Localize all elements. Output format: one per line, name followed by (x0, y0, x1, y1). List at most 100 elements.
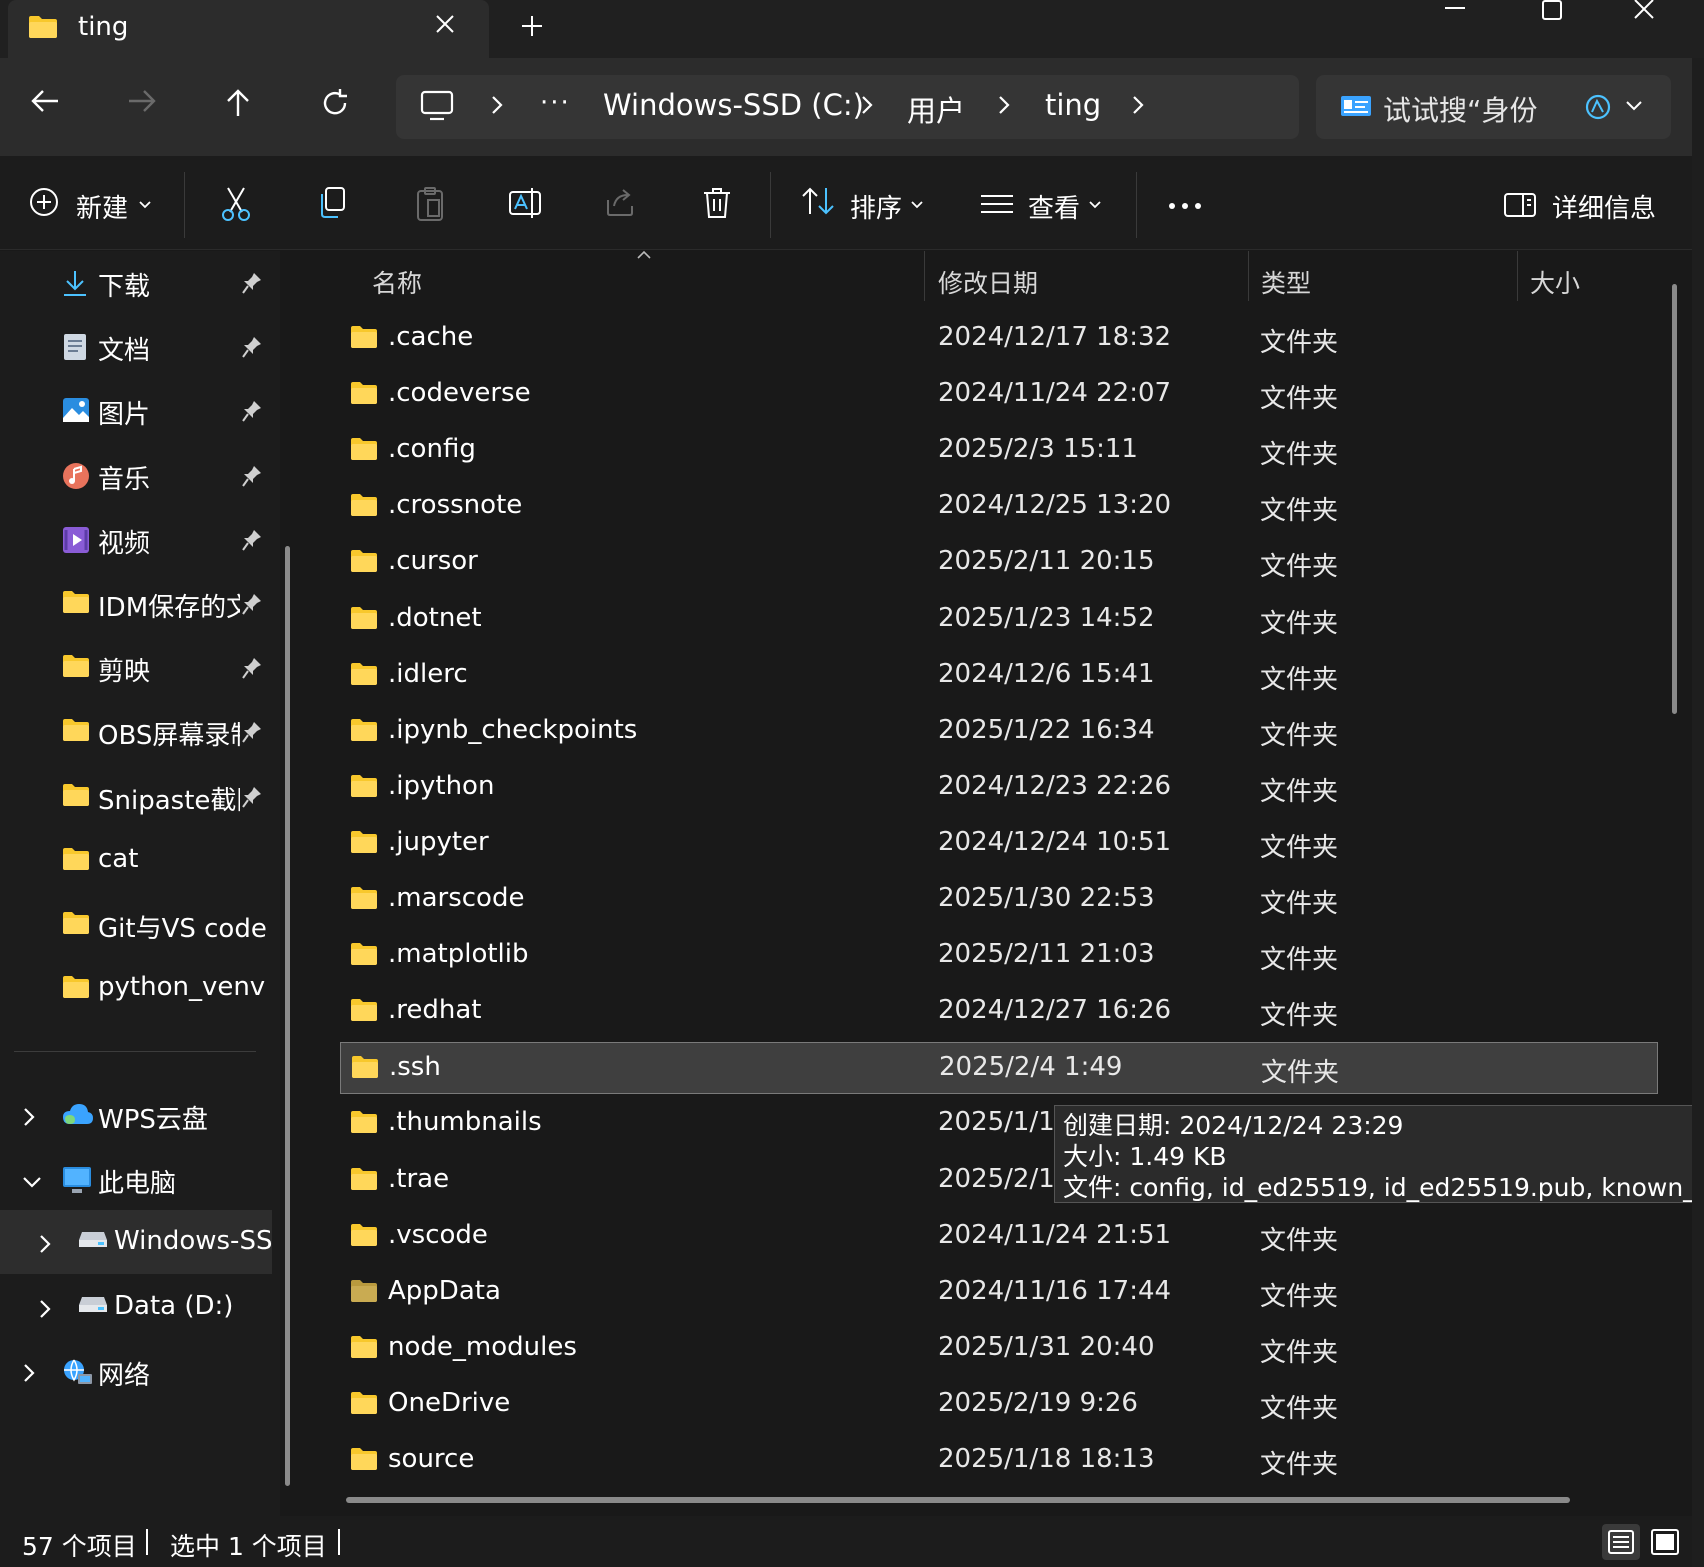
sidebar-scrollbar[interactable] (285, 546, 290, 1486)
chevron-down-icon[interactable] (1625, 100, 1643, 112)
pin-icon[interactable] (242, 786, 262, 808)
chevron-down-icon[interactable] (910, 200, 924, 210)
sort-button[interactable]: 排序 (850, 188, 902, 225)
view-list-icon[interactable] (980, 194, 1014, 214)
table-row[interactable]: .codeverse 2024/11/24 22:07 文件夹 (340, 369, 1658, 421)
column-header-type[interactable]: 类型 (1261, 264, 1311, 300)
column-divider[interactable] (1517, 251, 1518, 301)
sidebar-item-cat[interactable]: cat (0, 830, 272, 892)
breadcrumb-user[interactable]: ting (1045, 88, 1101, 122)
sidebar-item-文档[interactable]: 文档 (0, 316, 272, 378)
table-row[interactable]: node_modules 2025/1/31 20:40 文件夹 (340, 1323, 1658, 1375)
sidebar-tree-data-d[interactable]: Data (D:) (0, 1277, 272, 1339)
chevron-right-icon[interactable] (22, 1107, 36, 1127)
back-arrow-icon[interactable] (30, 88, 60, 114)
chevron-down-icon[interactable] (22, 1175, 42, 1189)
chevron-right-icon[interactable] (22, 1363, 36, 1383)
sidebar-item-视频[interactable]: 视频 (0, 509, 272, 571)
close-icon[interactable] (433, 12, 457, 36)
table-row[interactable]: .vscode 2024/11/24 21:51 文件夹 (340, 1211, 1658, 1263)
rename-icon[interactable] (508, 186, 542, 220)
tiles-view-button[interactable] (1646, 1524, 1684, 1560)
chevron-down-icon[interactable] (1088, 200, 1102, 210)
table-row[interactable]: .jupyter 2024/12/24 10:51 文件夹 (340, 818, 1658, 870)
sidebar-item-obs屏幕录制[interactable]: OBS屏幕录制 (0, 701, 272, 763)
details-pane-icon[interactable] (1503, 192, 1537, 218)
chevron-down-icon[interactable] (138, 200, 152, 210)
chevron-right-icon[interactable] (997, 95, 1011, 115)
sidebar-tree-windows-ssd-c[interactable]: Windows-SSD (C:) (0, 1212, 272, 1274)
column-header-date[interactable]: 修改日期 (938, 264, 1038, 300)
chevron-right-icon[interactable] (490, 95, 504, 115)
pin-icon[interactable] (242, 529, 262, 551)
sidebar-tree-此电脑[interactable]: 此电脑 (0, 1149, 272, 1211)
search-input[interactable]: 试试搜“身份 (1383, 89, 1538, 129)
view-button[interactable]: 查看 (1028, 188, 1080, 225)
pin-icon[interactable] (242, 593, 262, 615)
up-arrow-icon[interactable] (224, 88, 252, 118)
breadcrumb-users[interactable]: 用户 (907, 88, 965, 130)
table-row[interactable]: .marscode 2025/1/30 22:53 文件夹 (340, 874, 1658, 926)
sidebar-item-剪映[interactable]: 剪映 (0, 637, 272, 699)
breadcrumb-drive[interactable]: Windows-SSD (C:) (603, 88, 864, 122)
table-row[interactable]: .ssh 2025/2/4 1:49 文件夹 (340, 1042, 1658, 1095)
new-button[interactable]: 新建 (76, 188, 128, 225)
sidebar-tree-wps云盘[interactable]: WPS云盘 (0, 1085, 272, 1147)
table-row[interactable]: .ipython 2024/12/23 22:26 文件夹 (340, 762, 1658, 814)
pin-icon[interactable] (242, 721, 262, 743)
sort-icon[interactable] (800, 186, 836, 216)
forward-arrow-icon[interactable] (127, 88, 157, 114)
breadcrumb-overflow[interactable]: ··· (540, 88, 571, 118)
minimize-icon[interactable] (1444, 0, 1466, 16)
plus-circle-icon[interactable] (28, 186, 60, 218)
refresh-icon[interactable] (320, 88, 350, 118)
window-close-icon[interactable] (1633, 0, 1655, 20)
table-row[interactable]: .matplotlib 2025/2/11 21:03 文件夹 (340, 930, 1658, 982)
sidebar-item-idm保存的文[interactable]: IDM保存的文 (0, 573, 272, 635)
table-row[interactable]: .ipynb_checkpoints 2025/1/22 16:34 文件夹 (340, 706, 1658, 758)
table-row[interactable]: .config 2025/2/3 15:11 文件夹 (340, 425, 1658, 477)
details-view-button[interactable] (1602, 1524, 1640, 1560)
chevron-right-icon[interactable] (860, 95, 874, 115)
vertical-scrollbar[interactable] (1672, 284, 1677, 714)
sidebar-item-python-venv[interactable]: python_venv (0, 958, 272, 1020)
pin-icon[interactable] (242, 336, 262, 358)
pin-icon[interactable] (242, 272, 262, 294)
column-header-size[interactable]: 大小 (1530, 264, 1580, 300)
column-divider[interactable] (924, 251, 925, 301)
copy-icon[interactable] (316, 186, 348, 220)
monitor-icon[interactable] (420, 90, 454, 122)
scissors-icon[interactable] (220, 186, 252, 222)
table-row[interactable]: .redhat 2024/12/27 16:26 文件夹 (340, 986, 1658, 1038)
sidebar-tree-网络[interactable]: 网络 (0, 1341, 272, 1403)
paste-icon[interactable] (414, 186, 446, 222)
sidebar-item-图片[interactable]: 图片 (0, 380, 272, 442)
column-divider[interactable] (1248, 251, 1249, 301)
share-icon[interactable] (604, 186, 636, 218)
chevron-right-icon[interactable] (38, 1299, 52, 1319)
table-row[interactable]: source 2025/1/18 18:13 文件夹 (340, 1435, 1658, 1487)
table-row[interactable]: .crossnote 2024/12/25 13:20 文件夹 (340, 481, 1658, 533)
column-header-name[interactable]: 名称 (372, 264, 422, 300)
sidebar-item-音乐[interactable]: 音乐 (0, 445, 272, 507)
pin-icon[interactable] (242, 657, 262, 679)
pin-icon[interactable] (242, 465, 262, 487)
sidebar-item-git与vs-code[interactable]: Git与VS code (0, 894, 272, 956)
details-button[interactable]: 详细信息 (1552, 188, 1656, 225)
table-row[interactable]: .cache 2024/12/17 18:32 文件夹 (340, 313, 1658, 365)
trash-icon[interactable] (702, 186, 732, 220)
table-row[interactable]: OneDrive 2025/2/19 9:26 文件夹 (340, 1379, 1658, 1431)
maximize-icon[interactable] (1541, 0, 1563, 20)
table-row[interactable]: .idlerc 2024/12/6 15:41 文件夹 (340, 650, 1658, 702)
sidebar-item-下载[interactable]: 下载 (0, 252, 272, 314)
table-row[interactable]: .cursor 2025/2/11 20:15 文件夹 (340, 537, 1658, 589)
table-row[interactable]: .dotnet 2025/1/23 14:52 文件夹 (340, 594, 1658, 646)
plus-icon[interactable] (520, 14, 544, 38)
chevron-right-icon[interactable] (1131, 95, 1145, 115)
table-row[interactable]: AppData 2024/11/16 17:44 文件夹 (340, 1267, 1658, 1319)
ai-search-icon[interactable] (1584, 93, 1612, 121)
horizontal-scrollbar[interactable] (346, 1497, 1570, 1503)
more-options-icon[interactable] (1168, 202, 1202, 210)
chevron-right-icon[interactable] (38, 1234, 52, 1254)
pin-icon[interactable] (242, 400, 262, 422)
